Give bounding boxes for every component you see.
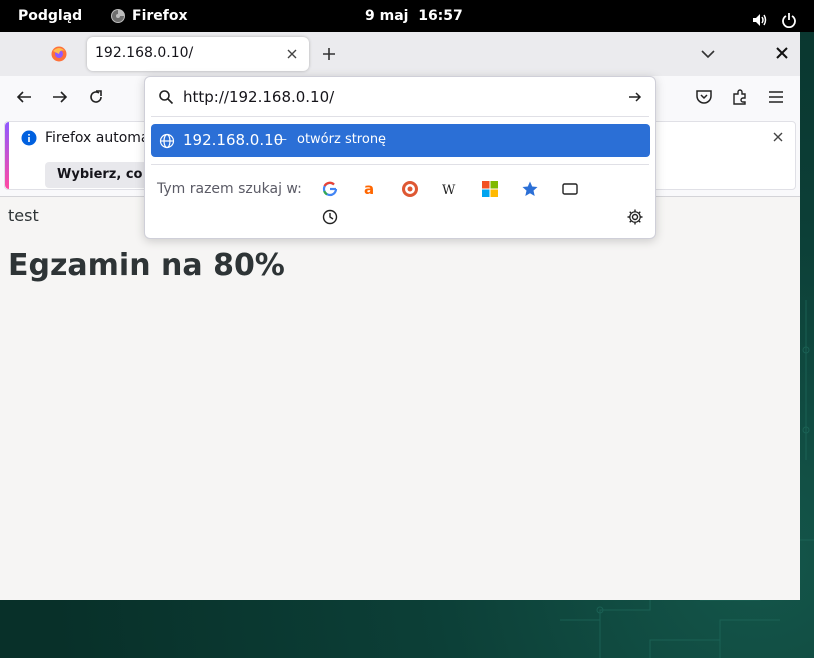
wikipedia-icon[interactable]: W <box>441 180 459 198</box>
duckduckgo-icon[interactable] <box>401 180 419 198</box>
svg-text:W: W <box>442 183 456 198</box>
result-separator: — <box>274 132 287 147</box>
svg-text:a: a <box>364 180 374 198</box>
power-icon[interactable] <box>781 8 797 29</box>
page-heading: Egzamin na 80% <box>8 248 285 283</box>
tab-bar: 192.168.0.10/ <box>0 32 800 76</box>
new-tab-icon[interactable] <box>321 46 337 62</box>
clock[interactable]: 9 maj 16:57 <box>365 0 463 32</box>
result-url: 192.168.0.10 <box>183 131 284 149</box>
go-arrow-icon[interactable] <box>627 89 643 105</box>
reload-icon[interactable] <box>87 88 105 106</box>
search-icon <box>159 90 174 105</box>
activities-button[interactable]: Podgląd <box>18 0 82 32</box>
firefox-icon <box>111 9 125 23</box>
windows-icon[interactable] <box>481 180 499 198</box>
url-input[interactable] <box>183 85 603 109</box>
gear-icon[interactable] <box>626 208 644 226</box>
pinned-tab-firefox-icon[interactable] <box>50 45 68 63</box>
app-menu-button[interactable]: Firefox <box>110 0 188 32</box>
app-name: Firefox <box>132 8 188 24</box>
urlbar-dropdown: 192.168.0.10 — otwórz stronę Tym razem s… <box>144 76 656 239</box>
close-icon[interactable] <box>771 130 785 144</box>
clock-time: 16:57 <box>418 8 463 24</box>
divider <box>151 164 649 165</box>
tab-title: 192.168.0.10/ <box>95 45 194 61</box>
notification-accent <box>5 122 9 189</box>
globe-icon <box>159 133 175 149</box>
window-close-icon[interactable] <box>775 46 789 60</box>
amazon-icon[interactable]: a <box>361 180 379 198</box>
bookmarks-star-icon[interactable] <box>521 180 539 198</box>
divider <box>151 116 649 117</box>
url-result-row[interactable]: 192.168.0.10 — otwórz stronę <box>151 124 650 157</box>
back-icon[interactable] <box>15 88 33 106</box>
search-with-label: Tym razem szukaj w: <box>157 181 302 197</box>
page-text: test <box>8 206 39 225</box>
hamburger-menu-icon[interactable] <box>767 88 785 106</box>
extensions-icon[interactable] <box>731 88 749 106</box>
gnome-top-bar: Podgląd Firefox 9 maj 16:57 <box>0 0 814 32</box>
clock-date: 9 maj <box>365 8 409 24</box>
result-action: otwórz stronę <box>297 132 387 147</box>
history-icon[interactable] <box>321 208 339 226</box>
google-icon[interactable] <box>321 180 339 198</box>
notification-text: Firefox automat <box>45 130 155 146</box>
tab-active[interactable]: 192.168.0.10/ <box>87 37 309 71</box>
tabs-icon[interactable] <box>561 180 579 198</box>
page-content: test Egzamin na 80% <box>0 196 800 600</box>
forward-icon[interactable] <box>51 88 69 106</box>
info-icon <box>21 130 37 146</box>
pocket-icon[interactable] <box>695 88 713 106</box>
volume-icon[interactable] <box>751 8 767 26</box>
tab-close-icon[interactable] <box>285 47 299 61</box>
chevron-down-icon[interactable] <box>700 47 716 61</box>
